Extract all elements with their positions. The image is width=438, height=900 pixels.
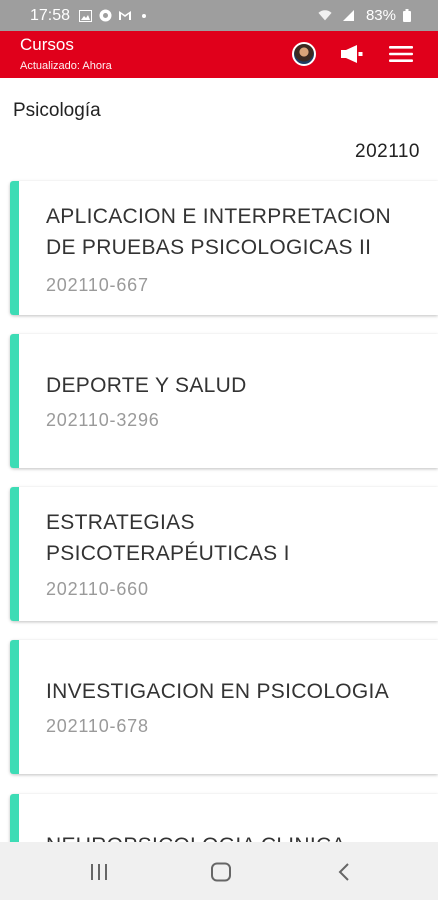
back-icon[interactable] — [332, 860, 356, 884]
avatar[interactable] — [292, 42, 316, 66]
course-name: APLICACION E INTERPRETACION DE PRUEBAS P… — [46, 205, 391, 259]
recent-apps-icon[interactable] — [87, 860, 111, 884]
battery-icon — [400, 9, 414, 23]
home-icon[interactable] — [209, 860, 233, 884]
course-name: INVESTIGACION EN PSICOLOGIA — [46, 680, 390, 703]
course-code: 202110-3296 — [46, 410, 160, 430]
course-code: 202110-678 — [46, 716, 149, 736]
course-code: 202110-660 — [46, 579, 149, 599]
megaphone-icon[interactable] — [340, 44, 364, 64]
course-card[interactable]: INVESTIGACION EN PSICOLOGIA 202110-678 — [10, 640, 438, 774]
vpn-icon — [98, 9, 112, 23]
section-title: Psicología — [13, 100, 101, 121]
menu-icon[interactable] — [389, 44, 413, 64]
gallery-icon — [78, 9, 92, 23]
status-time: 17:58 — [30, 6, 71, 24]
course-name: NEUROPSICOLOGIA CLINICA — [46, 830, 418, 842]
card-accent — [10, 334, 19, 468]
card-accent — [10, 794, 19, 842]
status-bar: 17:58 83% — [0, 0, 438, 31]
gmail-icon — [118, 9, 132, 23]
app-bar: Cursos Actualizado: Ahora — [0, 31, 438, 78]
course-card[interactable]: APLICACION E INTERPRETACION DE PRUEBAS P… — [10, 181, 438, 315]
course-name: DEPORTE Y SALUD — [46, 374, 247, 397]
wifi-icon — [318, 9, 332, 23]
card-accent — [10, 487, 19, 621]
card-accent — [10, 640, 19, 774]
course-list-screen: Psicología 202110 APLICACION E INTERPRET… — [0, 78, 438, 842]
course-card[interactable]: ESTRATEGIAS PSICOTERAPÉUTICAS I 202110-6… — [10, 487, 438, 621]
app-title: Cursos — [20, 35, 74, 54]
course-name: ESTRATEGIAS PSICOTERAPÉUTICAS I — [46, 511, 290, 565]
status-right: 83% — [318, 7, 420, 24]
academic-period: 202110 — [355, 141, 420, 162]
course-card[interactable]: NEUROPSICOLOGIA CLINICA — [10, 794, 438, 842]
battery-level: 83% — [365, 7, 396, 24]
course-card[interactable]: DEPORTE Y SALUD 202110-3296 — [10, 334, 438, 468]
card-accent — [10, 181, 19, 315]
course-code: 202110-667 — [46, 275, 149, 295]
signal-icon — [342, 9, 356, 23]
notification-dot-icon — [142, 13, 147, 18]
system-nav-bar — [0, 842, 438, 900]
update-status: Actualizado: Ahora — [20, 60, 112, 72]
